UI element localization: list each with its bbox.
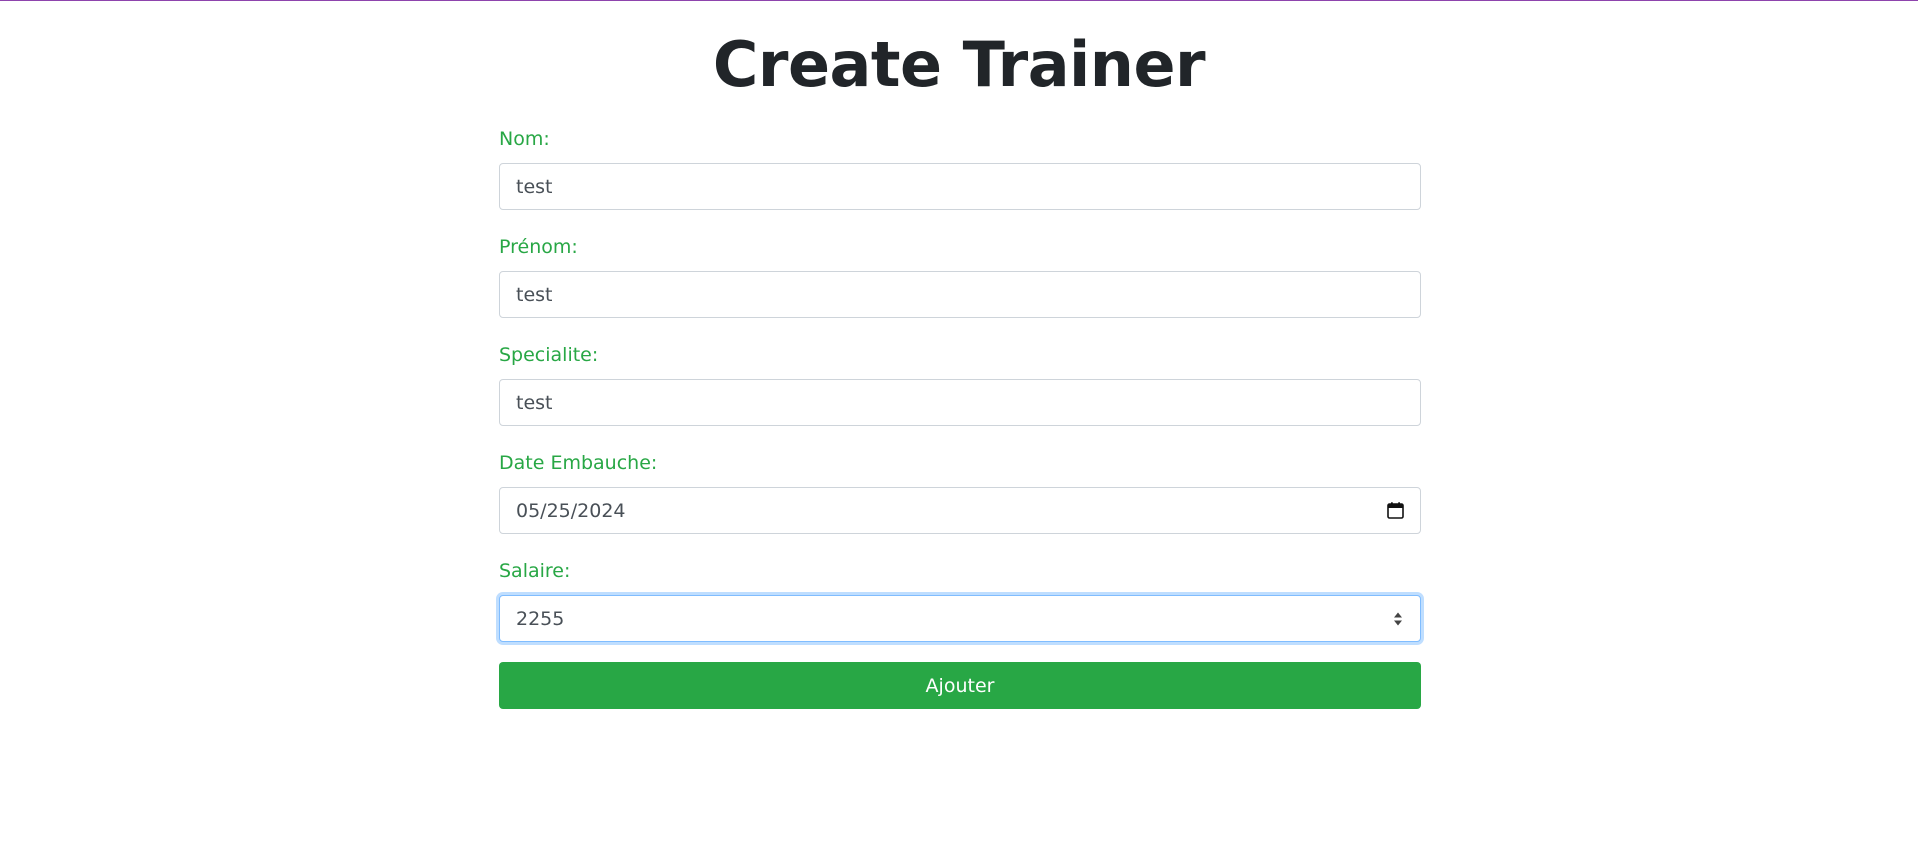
spinner-icon[interactable] <box>1390 608 1406 630</box>
date-embauche-input[interactable]: 05/25/2024 <box>499 487 1421 534</box>
salaire-label: Salaire: <box>499 560 571 582</box>
ajouter-button[interactable]: Ajouter <box>499 662 1421 709</box>
field-date-embauche: Date Embauche: 05/25/2024 <box>499 449 1421 557</box>
field-nom: Nom: test <box>499 125 1421 233</box>
field-prenom: Prénom: test <box>499 233 1421 341</box>
specialite-label: Specialite: <box>499 344 599 366</box>
date-embauche-label: Date Embauche: <box>499 452 658 474</box>
prenom-label: Prénom: <box>499 236 578 258</box>
specialite-value: test <box>516 391 553 414</box>
calendar-icon[interactable] <box>1385 501 1405 521</box>
nom-label: Nom: <box>499 128 550 150</box>
salaire-value: 2255 <box>516 607 565 630</box>
field-specialite: Specialite: test <box>499 341 1421 449</box>
field-salaire: Salaire: 2255 <box>499 557 1421 665</box>
page-title: Create Trainer <box>712 28 1206 101</box>
date-embauche-value: 05/25/2024 <box>516 499 626 522</box>
nom-value: test <box>516 175 553 198</box>
prenom-input[interactable]: test <box>499 271 1421 318</box>
spinner-up-icon[interactable] <box>1393 612 1403 618</box>
nom-input[interactable]: test <box>499 163 1421 210</box>
specialite-input[interactable]: test <box>499 379 1421 426</box>
prenom-value: test <box>516 283 553 306</box>
spinner-down-icon[interactable] <box>1393 620 1403 626</box>
create-trainer-form: Nom: test Prénom: test Specialite: test … <box>499 125 1421 665</box>
salaire-input[interactable]: 2255 <box>499 595 1421 642</box>
